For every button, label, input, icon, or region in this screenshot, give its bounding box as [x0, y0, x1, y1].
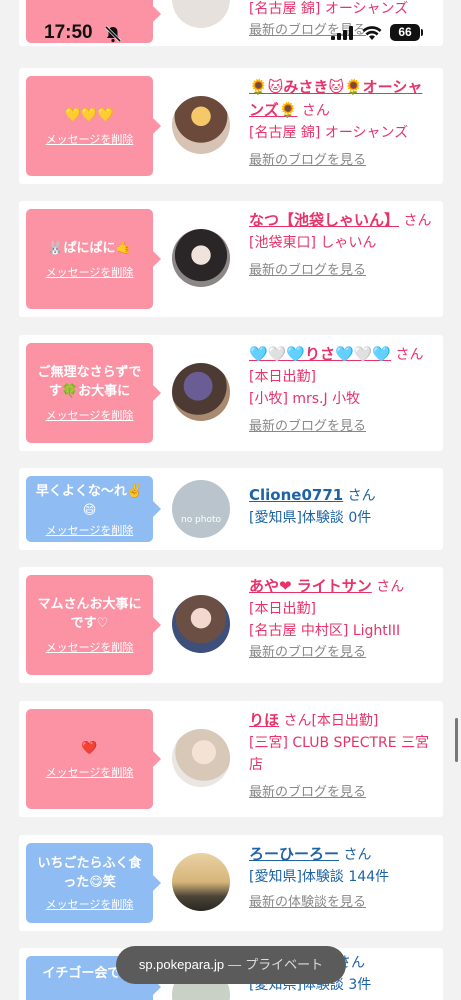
- shop-line: [池袋東口] しゃいん: [249, 235, 377, 251]
- url-domain: sp.pokepara.jp: [138, 957, 225, 972]
- avatar[interactable]: [172, 229, 230, 287]
- status-tag: [本日出勤]: [311, 713, 379, 729]
- shop-line: [小牧] mrs.J 小牧: [249, 391, 361, 407]
- honorific: さん: [376, 579, 405, 595]
- shop-line: [名古屋 錦] オーシャンズ: [249, 1, 409, 17]
- review-link[interactable]: 最新の体験談を見る: [249, 892, 437, 914]
- message-text: ご無理なさらずです🍀お大事に: [37, 365, 142, 399]
- shop-line: [三宮] CLUB SPECTRE 三宮店: [249, 735, 430, 773]
- avatar[interactable]: [172, 595, 230, 653]
- message-text: マムさんお大事にです♡: [37, 597, 142, 631]
- url-separator: —: [228, 957, 242, 972]
- list-item-partial-top: [名古屋 錦] オーシャンズ 最新のブログを見る: [19, 0, 443, 46]
- blog-link[interactable]: 最新のブログを見る: [249, 416, 437, 438]
- avatar-placeholder-text: no photo: [180, 515, 222, 525]
- delete-message-link[interactable]: メッセージを削除: [46, 639, 134, 655]
- message-bubble: 🐰ぱにぱに🤙 メッセージを削除: [26, 209, 161, 309]
- honorific: さん: [395, 347, 424, 363]
- message-bubble: ご無理なさらずです🍀お大事に メッセージを削除: [26, 343, 161, 443]
- message-text: 🐰ぱにぱに🤙: [47, 240, 132, 256]
- honorific: さん: [403, 213, 432, 229]
- avatar[interactable]: [172, 729, 230, 787]
- avatar[interactable]: [172, 363, 230, 421]
- blog-link[interactable]: 最新のブログを見る: [249, 20, 437, 42]
- user-name-link[interactable]: あや❤︎ ライトサン: [249, 577, 372, 595]
- honorific: さん: [301, 103, 330, 119]
- avatar[interactable]: no photo: [172, 480, 230, 538]
- user-name-link[interactable]: Clione0771: [249, 486, 343, 504]
- message-bubble: 💛💛💛 メッセージを削除: [26, 76, 161, 176]
- blog-link[interactable]: 最新のブログを見る: [249, 260, 437, 282]
- delete-message-link[interactable]: メッセージを削除: [46, 407, 134, 423]
- shop-line: [名古屋 錦] オーシャンズ: [249, 125, 409, 141]
- delete-message-link[interactable]: メッセージを削除: [46, 264, 134, 280]
- avatar[interactable]: [172, 0, 230, 28]
- list-item: 早くよくな〜れ✌️😄 メッセージを削除 no photo Clione0771 …: [19, 468, 443, 550]
- review-count: [愛知県]体験談 0件: [249, 510, 372, 526]
- user-name-link[interactable]: 🩵🤍🩵りさ🩵🤍🩵: [249, 345, 391, 363]
- avatar[interactable]: [172, 853, 230, 911]
- message-text: 💛💛💛: [65, 107, 114, 123]
- delete-message-link[interactable]: メッセージを削除: [46, 131, 134, 147]
- user-name-link[interactable]: なつ【池袋しゃいん】: [249, 211, 399, 229]
- honorific: さん: [343, 847, 372, 863]
- blog-link[interactable]: 最新のブログを見る: [249, 642, 437, 664]
- message-bubble: マムさんお大事にです♡ メッセージを削除: [26, 575, 161, 675]
- list-item: 🐰ぱにぱに🤙 メッセージを削除 なつ【池袋しゃいん】 さん [池袋東口] しゃい…: [19, 201, 443, 317]
- status-tag: [本日出勤]: [249, 601, 316, 617]
- delete-message-link[interactable]: メッセージを削除: [46, 896, 134, 912]
- message-text: 早くよくな〜れ✌️😄: [35, 484, 144, 518]
- url-bar[interactable]: sp.pokepara.jp — プライベート: [116, 946, 346, 984]
- message-bubble: [26, 0, 161, 43]
- message-bubble: いちごたらふく食った😋笑 メッセージを削除: [26, 843, 161, 923]
- message-text: ❤️: [81, 740, 98, 756]
- message-bubble: ❤️ メッセージを削除: [26, 709, 161, 809]
- message-text: いちごたらふく食った😋笑: [37, 856, 142, 890]
- list-item: マムさんお大事にです♡ メッセージを削除 あや❤︎ ライトサン さん [本日出勤…: [19, 567, 443, 683]
- list-item: ❤️ メッセージを削除 りほ さん[本日出勤] [三宮] CLUB SPECTR…: [19, 701, 443, 817]
- honorific: さん: [347, 488, 376, 504]
- delete-message-link[interactable]: メッセージを削除: [46, 764, 134, 780]
- review-count: [愛知県]体験談 144件: [249, 869, 390, 885]
- avatar[interactable]: [172, 96, 230, 154]
- list-item: いちごたらふく食った😋笑 メッセージを削除 ろーひーろー さん [愛知県]体験談…: [19, 835, 443, 931]
- delete-message-link[interactable]: メッセージを削除: [26, 522, 153, 538]
- honorific: さん: [283, 713, 312, 729]
- list-item: ご無理なさらずです🍀お大事に メッセージを削除 🩵🤍🩵りさ🩵🤍🩵 さん [本日出勤…: [19, 335, 443, 451]
- blog-link[interactable]: 最新のブログを見る: [249, 782, 437, 804]
- shop-line: [名古屋 中村区] LightIII: [249, 623, 401, 639]
- user-name-link[interactable]: ろーひーろー: [249, 845, 339, 863]
- user-name-link[interactable]: りほ: [249, 711, 279, 729]
- message-bubble: 早くよくな〜れ✌️😄 メッセージを削除: [26, 476, 161, 542]
- blog-link[interactable]: 最新のブログを見る: [249, 150, 437, 172]
- list-item: 💛💛💛 メッセージを削除 🌻🐱みさき🐱🌻オーシャンズ🌻 さん [名古屋 錦] オ…: [19, 68, 443, 184]
- private-mode-label: プライベート: [245, 957, 324, 972]
- user-name-link[interactable]: 🌻🐱みさき🐱🌻オーシャンズ🌻: [249, 78, 422, 119]
- scrollbar-thumb[interactable]: [455, 718, 458, 762]
- status-tag: [本日出勤]: [249, 369, 316, 385]
